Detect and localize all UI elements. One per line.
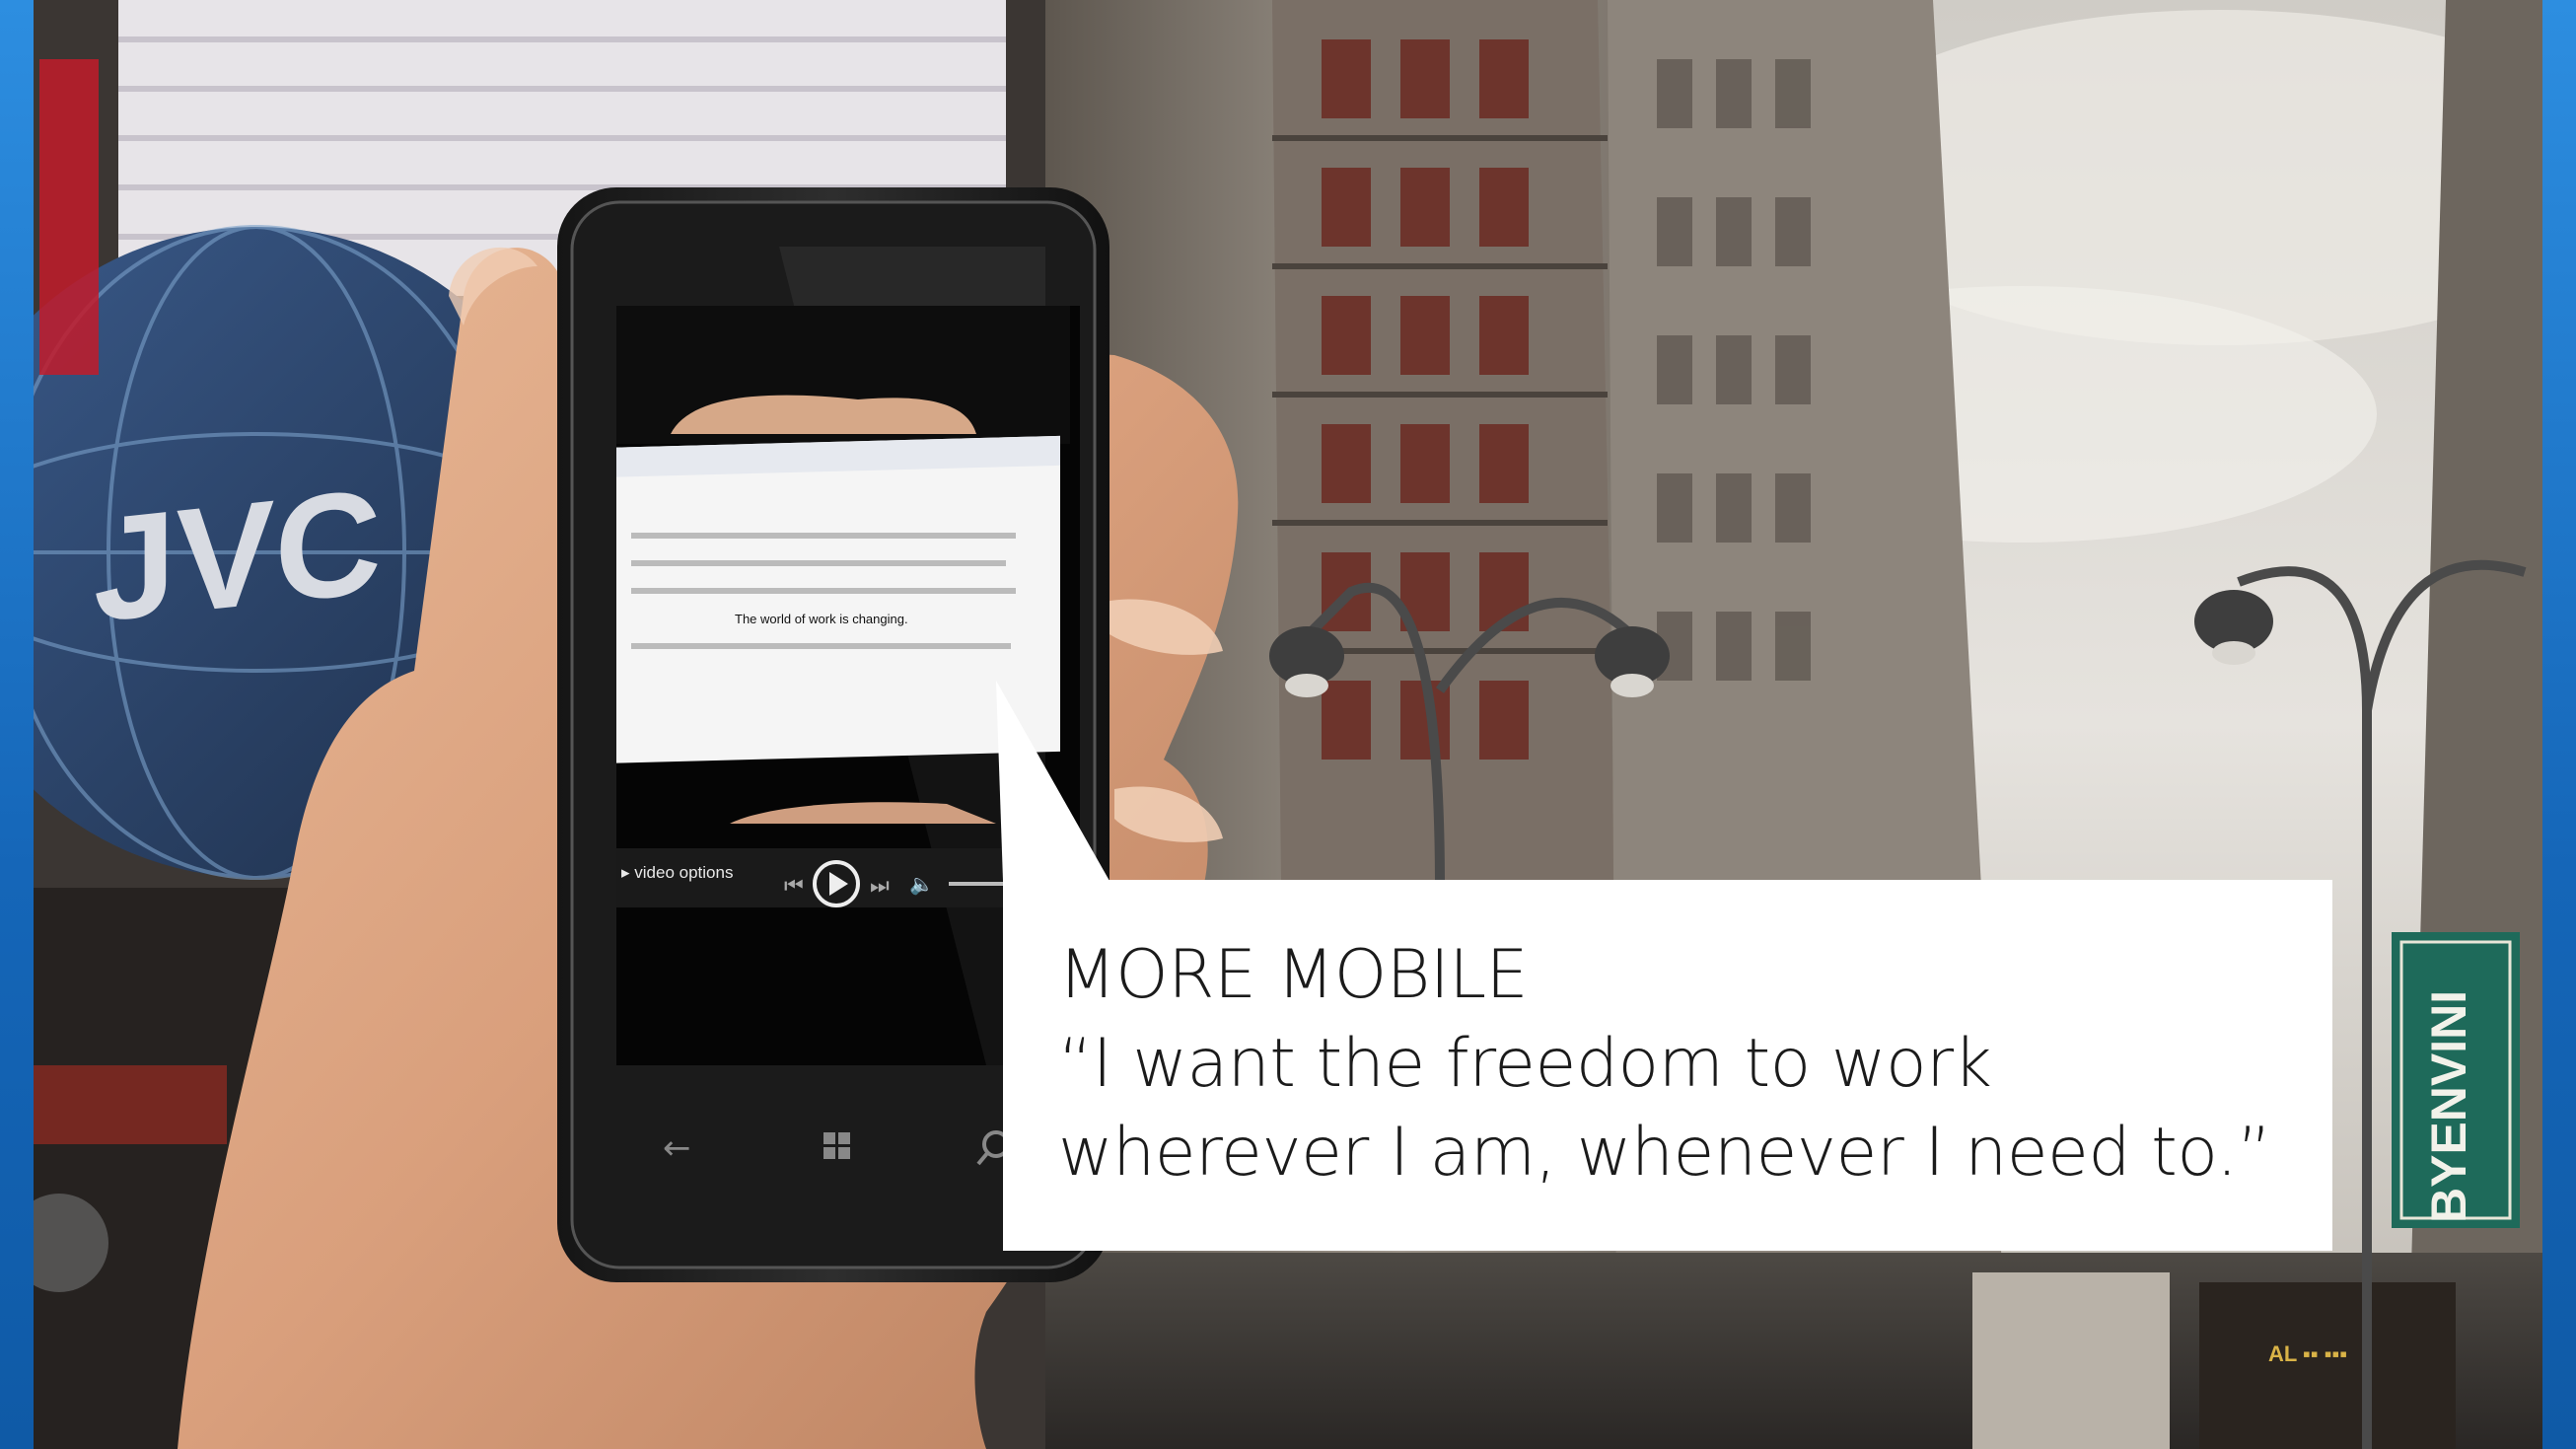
- street-sign-text: BYENVINI: [2421, 990, 2476, 1223]
- svg-text:🔈: 🔈: [909, 872, 934, 896]
- back-icon[interactable]: ←: [663, 1128, 691, 1168]
- video-options-label[interactable]: ▸ video options: [621, 863, 733, 882]
- left-edge-strip: [0, 0, 34, 1449]
- svg-text:⏭: ⏭: [870, 874, 890, 899]
- callout-text: MORE MOBILE “I want the freedom to work …: [1058, 931, 2291, 1197]
- callout-box: MORE MOBILE “I want the freedom to work …: [1003, 880, 2332, 1251]
- right-edge-strip: [2542, 0, 2576, 1449]
- billboard-brand: JVC: [94, 458, 382, 653]
- svg-text:←: ←: [663, 1128, 691, 1168]
- callout-quote: “I want the freedom to work wherever I a…: [1058, 1025, 2272, 1192]
- svg-text:⏮: ⏮: [784, 874, 804, 899]
- phone-document-highlight: The world of work is changing.: [735, 612, 908, 626]
- callout-title: MORE MOBILE: [1058, 936, 1529, 1014]
- svg-text:AL ▪▪ ▪▪▪: AL ▪▪ ▪▪▪: [2268, 1341, 2347, 1366]
